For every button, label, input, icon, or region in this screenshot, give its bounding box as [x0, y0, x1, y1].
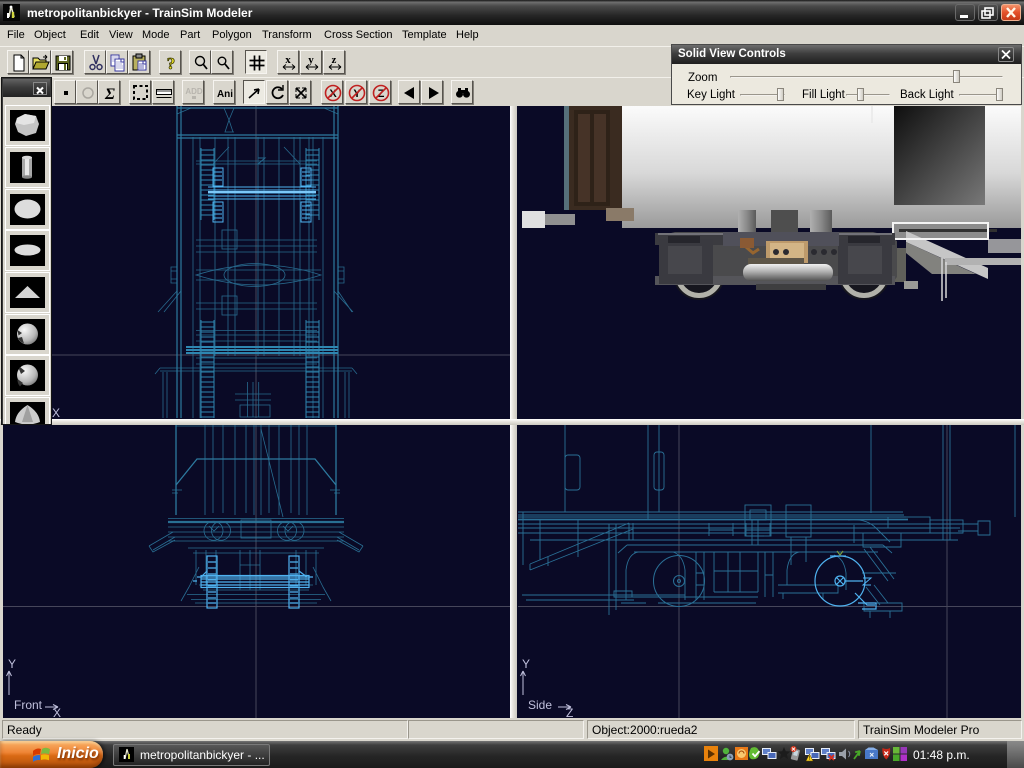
svg-text:X: X — [52, 406, 60, 418]
svg-text:ADD: ADD — [185, 87, 203, 96]
svg-text:Side: Side — [528, 698, 552, 712]
svg-text:Σ: Σ — [104, 86, 115, 103]
svg-text:?: ? — [167, 54, 176, 73]
svg-text:Ani: Ani — [217, 89, 233, 100]
svg-text:x: x — [285, 54, 291, 66]
svg-text:z: z — [332, 54, 337, 66]
svg-text:Y: Y — [8, 657, 16, 671]
svg-text:Z: Z — [566, 706, 573, 718]
svg-text:X: X — [53, 706, 61, 718]
svg-text:Y: Y — [522, 657, 530, 671]
svg-text:Front: Front — [14, 698, 43, 712]
svg-text:y: y — [308, 54, 314, 66]
